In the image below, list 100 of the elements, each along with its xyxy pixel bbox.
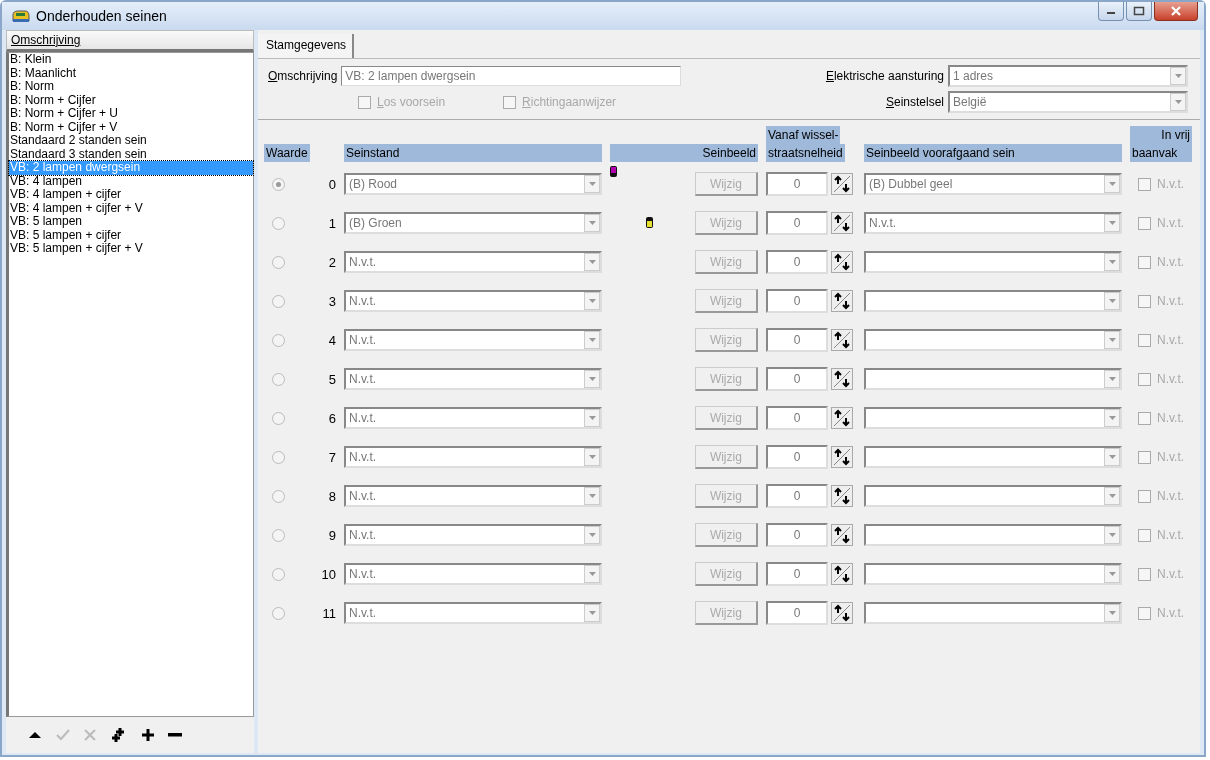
dropdown[interactable] xyxy=(864,524,1122,546)
radio-button[interactable] xyxy=(272,216,285,230)
list-item[interactable]: VB: 4 lampen + cijfer xyxy=(9,188,253,202)
dropdown[interactable] xyxy=(864,563,1122,585)
spin-button[interactable] xyxy=(831,290,853,312)
spin-button[interactable] xyxy=(831,212,853,234)
checkbox[interactable] xyxy=(1138,528,1151,542)
dropdown[interactable]: N.v.t. xyxy=(344,524,602,546)
checkbox[interactable] xyxy=(1138,411,1151,425)
radio-button[interactable] xyxy=(272,294,285,308)
dropdown[interactable]: N.v.t. xyxy=(344,251,602,273)
list-item[interactable]: B: Norm xyxy=(9,80,253,94)
list-item[interactable]: VB: 4 lampen + cijfer + V xyxy=(9,201,253,215)
spin-button[interactable] xyxy=(831,563,853,585)
dropdown[interactable]: België xyxy=(948,91,1188,113)
list-item[interactable]: B: Norm + Cijfer + V xyxy=(9,120,253,134)
dropdown[interactable] xyxy=(864,329,1122,351)
dropdown[interactable] xyxy=(864,407,1122,429)
dropdown[interactable] xyxy=(864,446,1122,468)
minus-icon[interactable] xyxy=(168,733,182,737)
dropdown[interactable] xyxy=(864,602,1122,624)
spin-button[interactable] xyxy=(831,368,853,390)
dropdown[interactable]: N.v.t. xyxy=(344,407,602,429)
dropdown[interactable] xyxy=(864,368,1122,390)
dropdown[interactable]: N.v.t. xyxy=(344,563,602,585)
spin-button[interactable] xyxy=(831,446,853,468)
dropdown[interactable]: N.v.t. xyxy=(344,446,602,468)
list-item[interactable]: VB: 5 lampen + cijfer + V xyxy=(9,242,253,256)
checkbox[interactable] xyxy=(1138,255,1151,269)
dropdown[interactable]: 1 adres xyxy=(948,65,1188,87)
list-item[interactable]: B: Maanlicht xyxy=(9,66,253,80)
speed-field[interactable]: 0 xyxy=(766,367,828,391)
list-item[interactable]: Standaard 3 standen sein xyxy=(9,147,253,161)
list-item[interactable]: B: Klein xyxy=(9,53,253,67)
speed-field[interactable]: 0 xyxy=(766,562,828,586)
speed-field[interactable]: 0 xyxy=(766,328,828,352)
dropdown[interactable] xyxy=(864,485,1122,507)
radio-button[interactable] xyxy=(272,333,285,347)
speed-field[interactable]: 0 xyxy=(766,445,828,469)
up-arrow-icon[interactable] xyxy=(28,730,42,740)
radio-button[interactable] xyxy=(272,489,285,503)
dropdown[interactable]: N.v.t. xyxy=(344,485,602,507)
dropdown[interactable] xyxy=(864,290,1122,312)
checkbox[interactable] xyxy=(1138,606,1151,620)
radio-button[interactable] xyxy=(272,567,285,581)
radio-button[interactable] xyxy=(272,450,285,464)
checkbox[interactable] xyxy=(1138,372,1151,386)
speed-field[interactable]: 0 xyxy=(766,250,828,274)
dropdown[interactable]: N.v.t. xyxy=(864,212,1122,234)
dropdown[interactable]: N.v.t. xyxy=(344,602,602,624)
list-item[interactable]: VB: 5 lampen xyxy=(9,215,253,229)
speed-field[interactable]: 0 xyxy=(766,211,828,235)
spin-button[interactable] xyxy=(831,251,853,273)
spin-button[interactable] xyxy=(831,485,853,507)
radio-button[interactable] xyxy=(272,372,285,386)
list-item[interactable]: B: Norm + Cijfer xyxy=(9,93,253,107)
radio-button[interactable] xyxy=(272,606,285,620)
dropdown[interactable]: N.v.t. xyxy=(344,329,602,351)
checkbox[interactable] xyxy=(1138,177,1151,191)
radio-button[interactable] xyxy=(272,528,285,542)
speed-field[interactable]: 0 xyxy=(766,484,828,508)
dropdown[interactable]: N.v.t. xyxy=(344,290,602,312)
checkbox[interactable] xyxy=(358,95,371,109)
list-item[interactable]: VB: 2 lampen dwergsein xyxy=(9,161,253,175)
list-item[interactable]: VB: 4 lampen xyxy=(9,174,253,188)
dropdown[interactable] xyxy=(864,251,1122,273)
checkbox[interactable] xyxy=(1138,489,1151,503)
checkbox[interactable] xyxy=(1138,216,1151,230)
spin-button[interactable] xyxy=(831,524,853,546)
speed-field[interactable]: 0 xyxy=(766,172,828,196)
tab[interactable]: Stamgegevens xyxy=(258,34,355,58)
checkbox[interactable] xyxy=(1138,333,1151,347)
column-header: Vanaf wissel- xyxy=(766,126,841,144)
list-item[interactable]: Standaard 2 standen sein xyxy=(9,134,253,148)
radio-button[interactable] xyxy=(272,411,285,425)
dropdown[interactable]: N.v.t. xyxy=(344,368,602,390)
spin-button[interactable] xyxy=(831,602,853,624)
checkbox[interactable] xyxy=(1138,567,1151,581)
description-field[interactable]: VB: 2 lampen dwergsein xyxy=(341,66,682,86)
speed-field[interactable]: 0 xyxy=(766,601,828,625)
speed-field[interactable]: 0 xyxy=(766,406,828,430)
checkbox[interactable] xyxy=(1138,294,1151,308)
spin-button[interactable] xyxy=(831,173,853,195)
maximize-button[interactable] xyxy=(1126,2,1152,21)
list-item[interactable]: B: Norm + Cijfer + U xyxy=(9,107,253,121)
plus-icon[interactable] xyxy=(142,729,154,741)
radio-button[interactable] xyxy=(272,255,285,269)
spin-button[interactable] xyxy=(831,329,853,351)
close-button[interactable] xyxy=(1154,2,1198,21)
minimize-button[interactable] xyxy=(1098,2,1124,21)
radio-button[interactable] xyxy=(272,177,285,191)
speed-field[interactable]: 0 xyxy=(766,523,828,547)
checkbox[interactable] xyxy=(503,95,517,109)
list-item[interactable]: VB: 5 lampen + cijfer xyxy=(9,228,253,242)
dropdown[interactable]: (B) Dubbel geel xyxy=(864,173,1122,195)
dropdown[interactable]: (B) Groen xyxy=(344,212,602,234)
spin-button[interactable] xyxy=(831,407,853,429)
checkbox[interactable] xyxy=(1138,450,1151,464)
dropdown[interactable]: (B) Rood xyxy=(344,173,602,195)
speed-field[interactable]: 0 xyxy=(766,289,828,313)
